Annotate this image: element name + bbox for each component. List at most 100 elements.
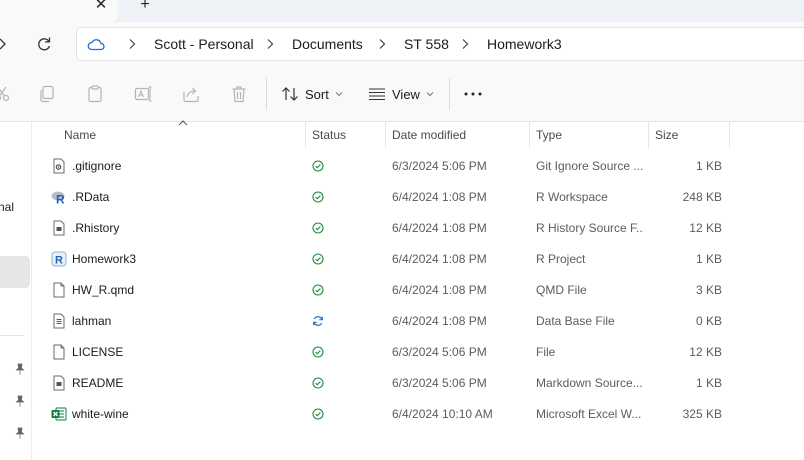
synced-status-icon [312, 408, 324, 420]
excel-file-icon [51, 406, 67, 422]
file-name: .Rhistory [72, 221, 120, 235]
column-divider[interactable] [729, 122, 730, 148]
file-row[interactable]: lahman 6/4/2024 1:08 PM Data Base File 0 KB [33, 306, 804, 337]
synced-status-icon [312, 191, 324, 203]
file-size: 12 KB [689, 345, 722, 359]
new-tab-icon[interactable]: + [136, 0, 154, 13]
pin-icon[interactable] [15, 363, 25, 375]
file-row[interactable]: LICENSE 6/3/2024 5:06 PM File 12 KB [33, 337, 804, 368]
svg-text:R: R [56, 193, 65, 206]
file-row[interactable]: white-wine 6/4/2024 10:10 AM Microsoft Exc… [33, 399, 804, 430]
pin-icon[interactable] [15, 427, 25, 439]
file-type: QMD File [536, 283, 587, 297]
breadcrumb-scott-personal[interactable]: Scott - Personal [154, 36, 254, 52]
chevron-right-icon [462, 39, 469, 49]
file-name: .gitignore [72, 159, 122, 173]
pin-icon[interactable] [15, 395, 25, 407]
file-date-modified: 6/4/2024 1:08 PM [392, 221, 487, 235]
file-type: R Workspace [536, 190, 608, 204]
blank-file-icon [51, 282, 67, 298]
file-row[interactable]: R .RData 6/4/2024 1:08 PM R Workspace 248 KB [33, 182, 804, 213]
nav-divider [0, 335, 24, 336]
more-options-icon[interactable] [462, 86, 484, 102]
file-size: 1 KB [695, 159, 722, 173]
synced-status-icon [312, 160, 324, 172]
file-size: 1 KB [695, 252, 722, 266]
file-size: 0 KB [695, 314, 722, 328]
file-row[interactable]: .gitignore 6/3/2024 5:06 PM Git Ignore Sou… [33, 151, 804, 182]
nav-item-partial-label[interactable]: nal [0, 200, 14, 214]
file-name: LICENSE [72, 345, 124, 359]
forward-icon[interactable] [0, 36, 8, 52]
column-type[interactable]: Type [536, 128, 562, 142]
column-size[interactable]: Size [655, 128, 678, 142]
file-size: 248 KB [682, 190, 722, 204]
file-date-modified: 6/4/2024 1:08 PM [392, 252, 487, 266]
file-date-modified: 6/4/2024 1:08 PM [392, 190, 487, 204]
file-row[interactable]: R Homework3 6/4/2024 1:08 PM R Project 1 KB [33, 244, 804, 275]
column-header-row: Name Status Date modified Type Size [33, 120, 804, 148]
column-name[interactable]: Name [64, 128, 96, 142]
column-date-modified[interactable]: Date modified [392, 128, 466, 142]
toolbar-divider [449, 78, 450, 110]
file-name: lahman [72, 314, 112, 328]
file-type: Markdown Source... [536, 376, 643, 390]
synced-status-icon [312, 253, 324, 265]
file-row[interactable]: README 6/3/2024 5:06 PM Markdown Source...… [33, 368, 804, 399]
synced-status-icon [312, 222, 324, 234]
address-bar[interactable]: Scott - Personal Documents ST 558 Homewo… [76, 27, 804, 61]
file-type: Data Base File [536, 314, 615, 328]
svg-text:R: R [55, 255, 63, 267]
synced-status-icon [312, 284, 324, 296]
column-divider[interactable] [385, 122, 386, 148]
sort-label: Sort [305, 86, 329, 102]
onedrive-cloud-icon [87, 39, 105, 51]
breadcrumb-documents[interactable]: Documents [292, 36, 363, 52]
r-workspace-icon: R [51, 189, 67, 207]
syncing-status-icon [313, 316, 323, 326]
file-list: .gitignore 6/3/2024 5:06 PM Git Ignore Sou… [33, 151, 804, 430]
column-status[interactable]: Status [312, 128, 346, 142]
synced-status-icon [312, 377, 324, 389]
file-row[interactable]: .Rhistory 6/4/2024 1:08 PM R History Sourc… [33, 213, 804, 244]
toolbar-divider [266, 78, 267, 110]
copy-icon[interactable] [37, 84, 57, 104]
chevron-down-icon [426, 92, 434, 97]
tab-active[interactable]: ✕ [0, 0, 118, 22]
rename-icon[interactable] [133, 84, 153, 104]
view-list-icon [369, 88, 385, 101]
file-type: R History Source F... [536, 221, 644, 235]
navigation-pane: nal [0, 122, 32, 460]
chevron-right-icon [129, 39, 136, 49]
cut-icon[interactable] [0, 84, 12, 104]
file-date-modified: 6/4/2024 10:10 AM [392, 407, 493, 421]
gitignore-file-icon [51, 158, 67, 174]
breadcrumb-st558[interactable]: ST 558 [404, 36, 449, 52]
navigation-bar: Scott - Personal Documents ST 558 Homewo… [0, 22, 804, 66]
share-icon[interactable] [181, 84, 201, 104]
file-date-modified: 6/3/2024 5:06 PM [392, 376, 487, 390]
file-name: .RData [72, 190, 110, 204]
nav-item-selected[interactable] [0, 256, 30, 288]
column-divider[interactable] [305, 122, 306, 148]
markdown-file-icon [51, 375, 67, 391]
sort-ascending-icon [178, 120, 188, 126]
view-button[interactable]: View [368, 81, 434, 107]
delete-icon[interactable] [229, 84, 249, 104]
close-tab-icon[interactable]: ✕ [92, 0, 110, 12]
breadcrumb-homework3[interactable]: Homework3 [487, 36, 562, 52]
file-type: Git Ignore Source ... [536, 159, 644, 173]
blank-file-icon [51, 344, 67, 360]
refresh-icon[interactable] [34, 34, 54, 54]
paste-icon[interactable] [85, 84, 105, 104]
file-date-modified: 6/4/2024 1:08 PM [392, 283, 487, 297]
column-divider[interactable] [529, 122, 530, 148]
sort-button[interactable]: Sort [281, 81, 343, 107]
database-file-icon [51, 313, 67, 329]
file-size: 3 KB [695, 283, 722, 297]
file-row[interactable]: HW_R.qmd 6/4/2024 1:08 PM QMD File 3 KB [33, 275, 804, 306]
view-label: View [392, 86, 420, 102]
column-divider[interactable] [648, 122, 649, 148]
r-history-file-icon [51, 220, 67, 236]
file-date-modified: 6/3/2024 5:06 PM [392, 159, 487, 173]
